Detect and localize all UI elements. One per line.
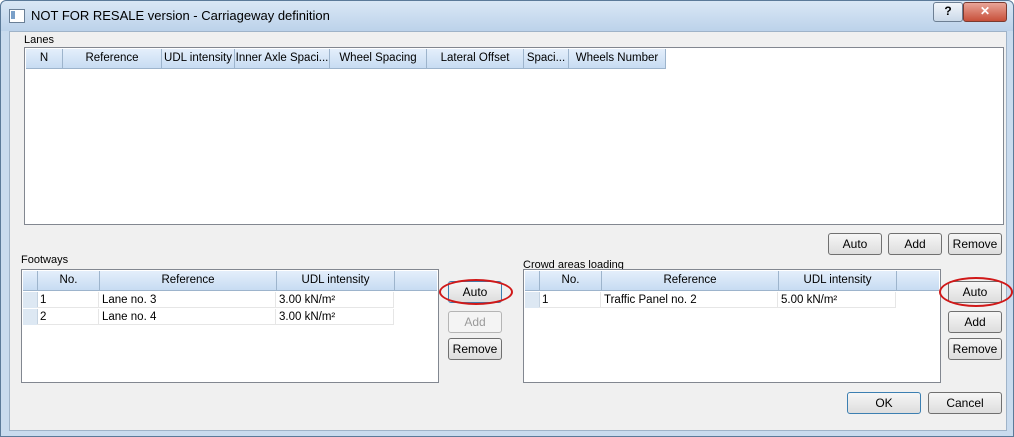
footways-auto-button[interactable]: Auto (448, 281, 502, 303)
crowd-header-corner (525, 271, 540, 290)
help-button[interactable]: ? (933, 2, 963, 22)
crowd-col-reference[interactable]: Reference (602, 271, 779, 290)
app-icon (9, 9, 25, 23)
dialog-window: NOT FOR RESALE version - Carriageway def… (0, 0, 1014, 437)
lanes-col-wheels-number[interactable]: Wheels Number (569, 49, 666, 68)
footways-label: Footways (21, 254, 69, 266)
dialog-client-area: Lanes N Reference UDL intensity Inner Ax… (9, 31, 1013, 431)
footways-col-udl-intensity[interactable]: UDL intensity (277, 271, 395, 290)
footways-grid-header: No. Reference UDL intensity (23, 271, 437, 291)
table-row-reference[interactable]: Lane no. 3 (99, 292, 276, 308)
ok-button[interactable]: OK (847, 392, 921, 414)
title-bar[interactable]: NOT FOR RESALE version - Carriageway def… (1, 1, 1013, 31)
crowd-col-udl-intensity[interactable]: UDL intensity (779, 271, 897, 290)
footways-col-no[interactable]: No. (38, 271, 100, 290)
table-row-no[interactable]: 1 (539, 292, 601, 308)
crowd-auto-button[interactable]: Auto (948, 281, 1002, 303)
footways-header-corner (23, 271, 38, 290)
table-row-udl[interactable]: 3.00 kN/m² (276, 292, 394, 308)
cancel-button[interactable]: Cancel (928, 392, 1002, 414)
lanes-col-inner-axle-spacing[interactable]: Inner Axle Spaci... (235, 49, 330, 68)
footways-row-selector[interactable] (23, 309, 38, 325)
table-row-reference[interactable]: Traffic Panel no. 2 (601, 292, 778, 308)
lanes-col-wheel-spacing[interactable]: Wheel Spacing (330, 49, 427, 68)
lanes-remove-button[interactable]: Remove (948, 233, 1002, 255)
lanes-col-lateral-offset[interactable]: Lateral Offset (427, 49, 524, 68)
footways-col-reference[interactable]: Reference (100, 271, 277, 290)
table-row-udl[interactable]: 3.00 kN/m² (276, 309, 394, 325)
lanes-col-udl-intensity[interactable]: UDL intensity (162, 49, 235, 68)
close-button[interactable]: ✕ (963, 2, 1007, 22)
lanes-add-button[interactable]: Add (888, 233, 942, 255)
footways-remove-button[interactable]: Remove (448, 338, 502, 360)
table-row-reference[interactable]: Lane no. 4 (99, 309, 276, 325)
crowd-add-button[interactable]: Add (948, 311, 1002, 333)
crowd-grid[interactable]: No. Reference UDL intensity 1 Traffic Pa… (523, 269, 941, 383)
table-row-udl[interactable]: 5.00 kN/m² (778, 292, 896, 308)
lanes-col-reference[interactable]: Reference (63, 49, 162, 68)
window-title: NOT FOR RESALE version - Carriageway def… (31, 8, 330, 23)
crowd-row-selector[interactable] (525, 292, 540, 308)
crowd-col-no[interactable]: No. (540, 271, 602, 290)
lanes-col-spacing[interactable]: Spaci... (524, 49, 569, 68)
footways-grid[interactable]: No. Reference UDL intensity 1 Lane no. 3… (21, 269, 439, 383)
lanes-auto-button[interactable]: Auto (828, 233, 882, 255)
table-row-no[interactable]: 1 (37, 292, 99, 308)
lanes-grid[interactable]: N Reference UDL intensity Inner Axle Spa… (24, 47, 1004, 225)
lanes-col-n[interactable]: N (26, 49, 63, 68)
crowd-remove-button[interactable]: Remove (948, 338, 1002, 360)
footways-add-button[interactable]: Add (448, 311, 502, 333)
table-row-no[interactable]: 2 (37, 309, 99, 325)
lanes-grid-header: N Reference UDL intensity Inner Axle Spa… (26, 49, 666, 69)
footways-row-selector[interactable] (23, 292, 38, 308)
crowd-grid-header: No. Reference UDL intensity (525, 271, 939, 291)
lanes-label: Lanes (24, 34, 54, 46)
